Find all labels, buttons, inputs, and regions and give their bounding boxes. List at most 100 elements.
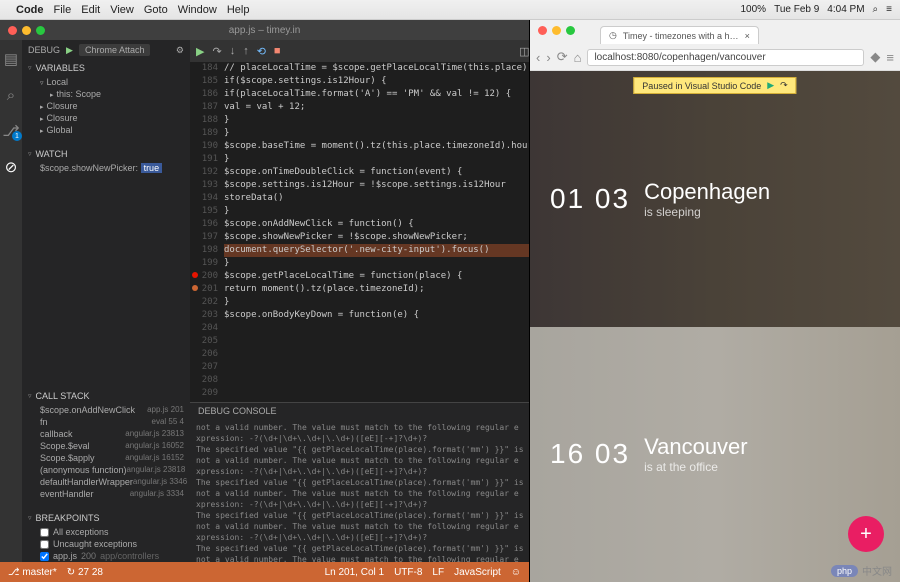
section-callstack[interactable]: ▿CALL STACK	[22, 388, 190, 404]
continue-button[interactable]: ▶	[196, 45, 204, 58]
home-button[interactable]: ⌂	[574, 50, 582, 65]
scope-closure-2[interactable]: ▸Closure	[22, 112, 190, 124]
restart-button[interactable]: ⟲	[257, 45, 266, 58]
scope-global[interactable]: ▸Global	[22, 124, 190, 136]
feedback-icon[interactable]: ☺	[511, 567, 521, 578]
battery-icon[interactable]: 100%	[741, 4, 767, 15]
git-branch[interactable]: ⎇ master*	[8, 567, 57, 578]
tab-close-icon[interactable]: ×	[745, 31, 750, 41]
debug-icon[interactable]: ⊘	[0, 156, 22, 178]
callstack-frame[interactable]: Scope.$evalangular.js 16052	[22, 440, 190, 452]
bp-uncaught-exceptions[interactable]: Uncaught exceptions	[22, 538, 190, 550]
code-line[interactable]: storeData()	[224, 192, 529, 205]
code-line[interactable]: $scope.getPlaceLocalTime = function(plac…	[224, 270, 529, 283]
menu-goto[interactable]: Goto	[144, 4, 168, 16]
git-icon[interactable]: ⎇1	[0, 120, 22, 142]
resume-icon[interactable]: ▶	[767, 80, 774, 91]
menubar-time[interactable]: 4:04 PM	[827, 4, 864, 15]
code-line[interactable]: }	[224, 296, 529, 309]
window-close-button[interactable]	[8, 26, 17, 35]
city-panel-copenhagen[interactable]: 01 03 Copenhagen is sleeping	[530, 71, 900, 327]
city-panel-vancouver[interactable]: 16 03 Vancouver is at the office	[530, 327, 900, 582]
chrome-close-button[interactable]	[538, 26, 547, 35]
callstack-frame[interactable]: defaultHandlerWrapperangular.js 3346	[22, 476, 190, 488]
code-line[interactable]: val = val + 12;	[224, 101, 529, 114]
callstack-frame[interactable]: eventHandlerangular.js 3334	[22, 488, 190, 500]
bp-all-exceptions-checkbox[interactable]	[40, 528, 49, 537]
chrome-maximize-button[interactable]	[566, 26, 575, 35]
debug-console-output[interactable]: not a valid number. The value must match…	[190, 420, 529, 562]
split-editor-icon[interactable]: ◫	[519, 45, 529, 58]
callstack-frame[interactable]: callbackangular.js 23813	[22, 428, 190, 440]
code-line[interactable]: $scope.baseTime = moment().tz(this.place…	[224, 140, 529, 153]
add-city-button[interactable]: +	[848, 516, 884, 552]
back-button[interactable]: ‹	[536, 50, 540, 65]
bp-all-exceptions[interactable]: All exceptions	[22, 526, 190, 538]
reload-button[interactable]: ⟳	[557, 49, 568, 65]
cursor-position[interactable]: Ln 201, Col 1	[325, 567, 385, 578]
forward-button[interactable]: ›	[546, 50, 550, 65]
menu-help[interactable]: Help	[227, 4, 250, 16]
callstack-frame[interactable]: fneval 55 4	[22, 416, 190, 428]
code-line[interactable]: $scope.onTimeDoubleClick = function(even…	[224, 166, 529, 179]
bp-file-checkbox[interactable]	[40, 552, 49, 561]
sync-status[interactable]: ↻ 27 28	[67, 567, 103, 578]
encoding[interactable]: UTF-8	[394, 567, 422, 578]
menu-edit[interactable]: Edit	[81, 4, 100, 16]
code-line[interactable]: }	[224, 153, 529, 166]
chrome-minimize-button[interactable]	[552, 26, 561, 35]
menubar-date[interactable]: Tue Feb 9	[774, 4, 819, 15]
language-mode[interactable]: JavaScript	[454, 567, 501, 578]
play-icon[interactable]: ▶	[66, 45, 73, 56]
code-line[interactable]: $scope.settings.is12Hour = !$scope.setti…	[224, 179, 529, 192]
var-this[interactable]: ▸this: Scope	[22, 88, 190, 100]
address-bar[interactable]: localhost:8080/copenhagen/vancouver	[587, 49, 864, 66]
code-editor[interactable]: 1841851861871881891901911921931941951961…	[190, 62, 529, 402]
step-into-button[interactable]: ↓	[230, 45, 236, 57]
code-line[interactable]: $scope.showNewPicker = !$scope.showNewPi…	[224, 231, 529, 244]
step-icon[interactable]: ↷	[780, 80, 788, 91]
section-variables[interactable]: ▿VARIABLES	[22, 60, 190, 76]
code-line[interactable]: // placeLocalTime = $scope.getPlaceLocal…	[224, 62, 529, 75]
debug-config-select[interactable]: Chrome Attach	[79, 44, 151, 56]
extension-icon[interactable]: ◆	[870, 49, 880, 65]
code-line[interactable]: document.querySelector('.new-city-input'…	[224, 244, 529, 257]
window-minimize-button[interactable]	[22, 26, 31, 35]
callstack-frame[interactable]: Scope.$applyangular.js 16152	[22, 452, 190, 464]
code-line[interactable]: $scope.onAddNewClick = function() {	[224, 218, 529, 231]
code-line[interactable]: }	[224, 127, 529, 140]
eol[interactable]: LF	[432, 567, 444, 578]
menubar-app-name[interactable]: Code	[16, 4, 44, 16]
code-line[interactable]: if($scope.settings.is12Hour) {	[224, 75, 529, 88]
stop-button[interactable]: ■	[274, 45, 281, 57]
scope-closure-1[interactable]: ▸Closure	[22, 100, 190, 112]
menu-file[interactable]: File	[54, 4, 72, 16]
menu-icon[interactable]: ≡	[886, 50, 894, 65]
gear-icon[interactable]: ⚙	[176, 45, 184, 56]
step-over-button[interactable]: ↷	[212, 45, 221, 58]
editor-tab-title[interactable]: app.js – timey.in	[229, 25, 301, 36]
section-breakpoints[interactable]: ▿BREAKPOINTS	[22, 510, 190, 526]
code-line[interactable]: }	[224, 205, 529, 218]
bp-uncaught-checkbox[interactable]	[40, 540, 49, 549]
menu-view[interactable]: View	[110, 4, 134, 16]
code-line[interactable]: }	[224, 257, 529, 270]
callstack-frame[interactable]: $scope.onAddNewClickapp.js 201	[22, 404, 190, 416]
code-line[interactable]: if(placeLocalTime.format('A') == 'PM' &&…	[224, 88, 529, 101]
search-icon[interactable]: ⌕	[0, 84, 22, 106]
code-line[interactable]: $scope.onBodyKeyDown = function(e) {	[224, 309, 529, 322]
scope-local[interactable]: ▿Local	[22, 76, 190, 88]
browser-tab[interactable]: ◷ Timey - timezones with a h… ×	[600, 26, 759, 44]
watch-expression[interactable]: $scope.showNewPicker: true	[22, 162, 190, 174]
window-maximize-button[interactable]	[36, 26, 45, 35]
code-line[interactable]: }	[224, 114, 529, 127]
step-out-button[interactable]: ↑	[243, 45, 249, 57]
callstack-frame[interactable]: (anonymous function)angular.js 23818	[22, 464, 190, 476]
code-line[interactable]: return moment().tz(place.timezoneId);	[224, 283, 529, 296]
bp-file-entry[interactable]: app.js 200 app/controllers	[22, 550, 190, 562]
notifications-icon[interactable]: ≡	[886, 4, 892, 15]
section-watch[interactable]: ▿WATCH	[22, 146, 190, 162]
menu-window[interactable]: Window	[178, 4, 217, 16]
spotlight-icon[interactable]: ⌕	[873, 4, 879, 15]
explorer-icon[interactable]: ▤	[0, 48, 22, 70]
